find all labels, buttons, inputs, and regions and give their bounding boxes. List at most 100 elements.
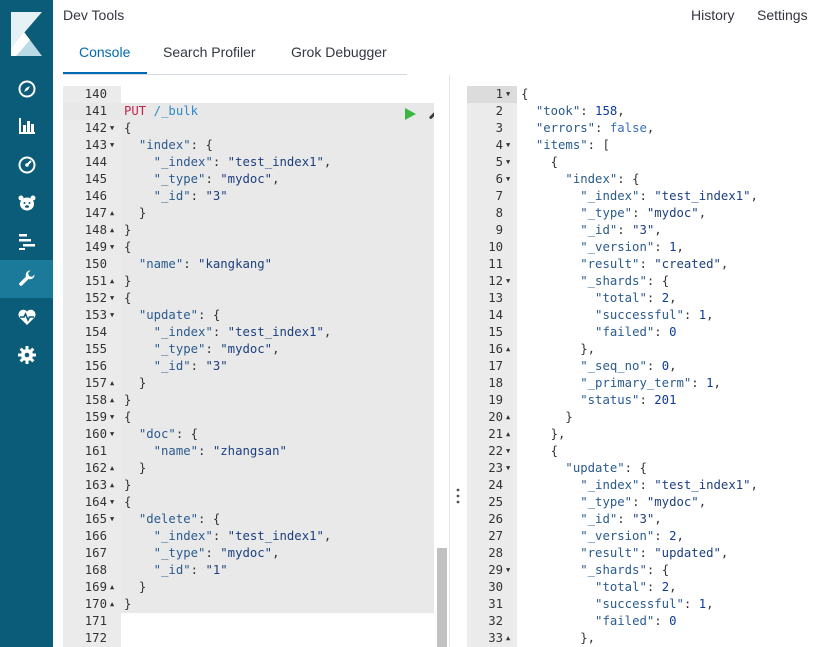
fold-open-icon[interactable]: ▼ (110, 511, 114, 528)
fold-open-icon[interactable]: ▼ (506, 443, 510, 460)
run-request-icon[interactable] (404, 107, 417, 121)
code-line: { (550, 444, 559, 458)
line-number: 16 (488, 342, 503, 356)
fold-close-icon[interactable]: ▲ (506, 426, 510, 443)
fold-close-icon[interactable]: ▲ (110, 205, 114, 222)
fold-close-icon[interactable]: ▲ (110, 460, 114, 477)
wrench-icon (18, 270, 35, 286)
code-line: "successful": 1, (595, 597, 714, 611)
resize-handle-icon[interactable] (456, 488, 460, 504)
line-number: 20 (488, 410, 503, 424)
fold-open-icon[interactable]: ▼ (110, 494, 114, 511)
line-number: 154 (84, 325, 107, 339)
line-number: 1 (495, 87, 503, 101)
nav-visualize[interactable] (0, 107, 53, 145)
line-number: 140 (84, 87, 107, 101)
line-number: 5 (495, 155, 503, 169)
line-number: 168 (84, 563, 107, 577)
nav-dev-tools[interactable] (0, 260, 53, 298)
line-number: 165 (84, 512, 107, 526)
code-line: "_id": "3" (153, 359, 228, 373)
code-line: "_index": "test_index1", (580, 478, 758, 492)
line-number: 31 (488, 597, 503, 611)
fold-open-icon[interactable]: ▼ (506, 273, 510, 290)
nav-monitoring[interactable] (0, 298, 53, 336)
code-line: "_type": "mydoc", (153, 172, 280, 186)
line-number: 22 (488, 444, 503, 458)
line-number: 33 (488, 631, 503, 645)
code-line: "_version": 1, (580, 240, 684, 254)
fold-close-icon[interactable]: ▲ (110, 222, 114, 239)
line-number: 143 (84, 138, 107, 152)
nav-dashboard[interactable] (0, 146, 53, 184)
fold-close-icon[interactable]: ▲ (506, 341, 510, 358)
request-scrollbar-thumb[interactable] (437, 548, 447, 647)
fold-close-icon[interactable]: ▲ (110, 273, 114, 290)
code-line: { (550, 155, 559, 169)
active-tab-indicator (63, 72, 147, 74)
fold-close-icon[interactable]: ▲ (506, 409, 510, 426)
nav-apm[interactable] (0, 222, 53, 260)
line-number: 9 (495, 223, 503, 237)
code-line: } (124, 597, 132, 611)
fold-close-icon[interactable]: ▲ (110, 579, 114, 596)
fold-close-icon[interactable]: ▲ (110, 375, 114, 392)
code-line: "status": 201 (580, 393, 677, 407)
pane-resizer[interactable] (449, 75, 466, 647)
fold-close-icon[interactable]: ▲ (110, 596, 114, 613)
sidebar (0, 0, 53, 647)
line-number: 11 (488, 257, 503, 271)
line-number: 166 (84, 529, 107, 543)
heartbeat-icon (17, 309, 36, 325)
nav-discover[interactable] (0, 70, 53, 108)
tab-grok-debugger[interactable]: Grok Debugger (291, 44, 387, 60)
code-line: } (565, 410, 573, 424)
code-line: { (521, 87, 529, 101)
line-number: 18 (488, 376, 503, 390)
fold-close-icon[interactable]: ▲ (110, 392, 114, 409)
line-number: 7 (495, 189, 503, 203)
nav-management[interactable] (0, 336, 53, 374)
fold-close-icon[interactable]: ▲ (506, 630, 510, 647)
line-number: 15 (488, 325, 503, 339)
fold-open-icon[interactable]: ▼ (110, 426, 114, 443)
code-line: "errors": false, (535, 121, 655, 135)
line-number: 162 (84, 461, 107, 475)
fold-open-icon[interactable]: ▼ (506, 86, 510, 103)
line-number: 145 (84, 172, 107, 186)
line-number: 146 (84, 189, 107, 203)
fold-open-icon[interactable]: ▼ (110, 239, 114, 256)
settings-link[interactable]: Settings (757, 7, 808, 23)
fold-open-icon[interactable]: ▼ (110, 137, 114, 154)
fold-open-icon[interactable]: ▼ (506, 460, 510, 477)
code-line: } (124, 393, 132, 407)
nav-timelion[interactable] (0, 184, 53, 222)
fold-open-icon[interactable]: ▼ (110, 409, 114, 426)
fold-close-icon[interactable]: ▲ (110, 477, 114, 494)
code-line: "items": [ (535, 138, 610, 152)
line-number: 25 (488, 495, 503, 509)
line-number: 158 (84, 393, 107, 407)
history-link[interactable]: History (691, 7, 735, 23)
fold-open-icon[interactable]: ▼ (506, 154, 510, 171)
fold-open-icon[interactable]: ▼ (110, 307, 114, 324)
fold-open-icon[interactable]: ▼ (506, 562, 510, 579)
code-line: { (124, 291, 132, 305)
fold-open-icon[interactable]: ▼ (110, 120, 114, 137)
line-number: 157 (84, 376, 107, 390)
line-number: 169 (84, 580, 107, 594)
tab-search-profiler[interactable]: Search Profiler (163, 44, 256, 60)
tab-console[interactable]: Console (79, 44, 130, 60)
kibana-logo[interactable] (11, 12, 42, 56)
line-number: 29 (488, 563, 503, 577)
code-line: "update": { (565, 461, 647, 475)
fold-open-icon[interactable]: ▼ (506, 137, 510, 154)
fold-open-icon[interactable]: ▼ (110, 290, 114, 307)
line-number: 28 (488, 546, 503, 560)
fold-open-icon[interactable]: ▼ (506, 171, 510, 188)
code-line: "total": 2, (595, 580, 677, 594)
line-number: 141 (84, 104, 107, 118)
line-number: 152 (84, 291, 107, 305)
line-number: 2 (495, 104, 503, 118)
line-number: 151 (84, 274, 107, 288)
